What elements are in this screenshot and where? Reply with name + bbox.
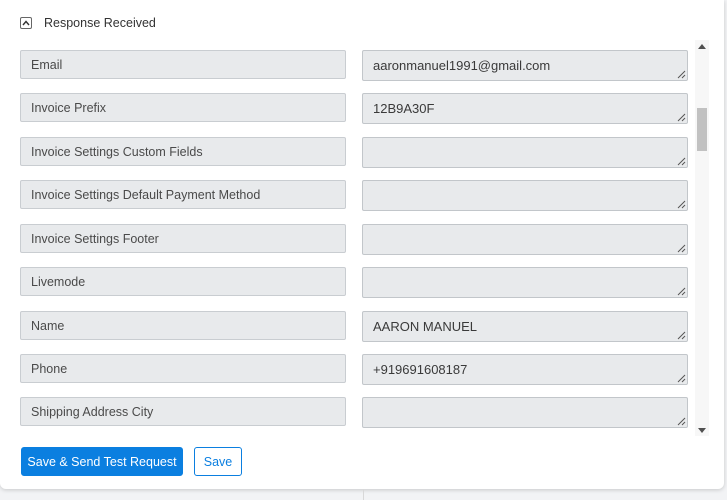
field-value-textarea[interactable] <box>362 397 688 428</box>
field-value-textarea[interactable]: AARON MANUEL <box>362 311 688 342</box>
divider <box>363 489 364 500</box>
resize-grip-icon[interactable] <box>677 417 686 426</box>
resize-grip-icon[interactable] <box>677 200 686 209</box>
field-row-livemode: Livemode <box>20 267 690 298</box>
resize-grip-icon[interactable] <box>677 331 686 340</box>
field-row-invoice-settings-custom-fields: Invoice Settings Custom Fields <box>20 137 690 168</box>
field-value-textarea[interactable] <box>362 267 688 298</box>
field-row-invoice-settings-default-payment-method: Invoice Settings Default Payment Method <box>20 180 690 211</box>
field-label: Phone <box>20 354 346 383</box>
field-value-text: +919691608187 <box>373 362 468 377</box>
field-row-phone: Phone +919691608187 <box>20 354 690 385</box>
response-panel: Response Received Email aaronmanuel1991@… <box>0 0 724 489</box>
field-value-text: aaronmanuel1991@gmail.com <box>373 58 551 73</box>
field-label: Invoice Settings Custom Fields <box>20 137 346 166</box>
field-row-name: Name AARON MANUEL <box>20 311 690 342</box>
resize-grip-icon[interactable] <box>677 287 686 296</box>
scroll-down-icon[interactable] <box>695 424 709 436</box>
field-label: Livemode <box>20 267 346 296</box>
vertical-scrollbar[interactable] <box>695 40 709 436</box>
resize-grip-icon[interactable] <box>677 70 686 79</box>
field-value-textarea[interactable]: +919691608187 <box>362 354 688 385</box>
field-value-textarea[interactable]: 12B9A30F <box>362 93 688 124</box>
resize-grip-icon[interactable] <box>677 374 686 383</box>
field-label: Invoice Settings Default Payment Method <box>20 180 346 209</box>
field-value-textarea[interactable] <box>362 224 688 255</box>
field-label: Invoice Prefix <box>20 93 346 122</box>
fields-list: Email aaronmanuel1991@gmail.com Invoice … <box>20 40 690 436</box>
scroll-up-icon[interactable] <box>695 40 709 52</box>
save-button[interactable]: Save <box>194 447 242 476</box>
field-row-invoice-settings-footer: Invoice Settings Footer <box>20 224 690 255</box>
section-header[interactable]: Response Received <box>20 13 156 33</box>
field-value-textarea[interactable] <box>362 180 688 211</box>
chevron-up-icon[interactable] <box>20 17 32 29</box>
field-label: Invoice Settings Footer <box>20 224 346 253</box>
field-row-invoice-prefix: Invoice Prefix 12B9A30F <box>20 93 690 124</box>
save-and-send-test-request-button[interactable]: Save & Send Test Request <box>21 447 183 476</box>
field-value-text: 12B9A30F <box>373 101 435 116</box>
field-label: Email <box>20 50 346 79</box>
resize-grip-icon[interactable] <box>677 157 686 166</box>
field-label: Name <box>20 311 346 340</box>
field-row-shipping-address-city: Shipping Address City <box>20 397 690 428</box>
scroll-thumb[interactable] <box>697 108 707 151</box>
field-value-textarea[interactable]: aaronmanuel1991@gmail.com <box>362 50 688 81</box>
field-value-textarea[interactable] <box>362 137 688 168</box>
resize-grip-icon[interactable] <box>677 244 686 253</box>
field-value-text: AARON MANUEL <box>373 319 478 334</box>
resize-grip-icon[interactable] <box>677 113 686 122</box>
field-row-email: Email aaronmanuel1991@gmail.com <box>20 50 690 81</box>
section-title: Response Received <box>44 16 156 30</box>
field-label: Shipping Address City <box>20 397 346 426</box>
